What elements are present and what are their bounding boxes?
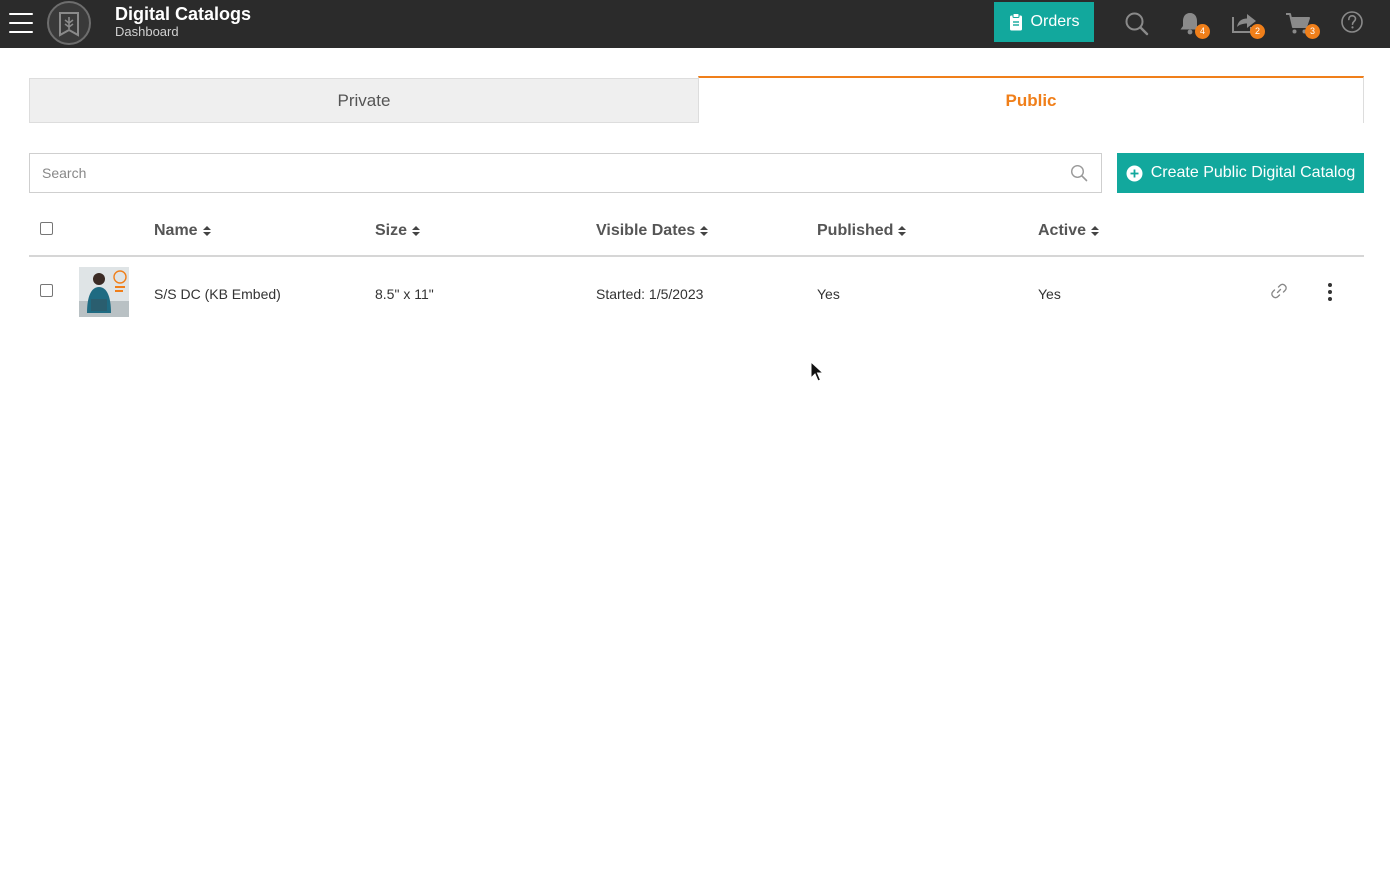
cart-icon[interactable]: 3 — [1285, 10, 1320, 39]
help-icon[interactable] — [1340, 10, 1368, 38]
top-bar: Digital Catalogs Dashboard Orders 4 2 3 — [0, 0, 1390, 48]
select-all-checkbox[interactable] — [40, 222, 53, 235]
column-header-active[interactable]: Active — [1038, 222, 1100, 240]
search-icon[interactable] — [1070, 164, 1088, 182]
column-header-size[interactable]: Size — [375, 222, 421, 240]
menu-icon[interactable] — [9, 12, 33, 34]
catalog-tabs: Private Public — [29, 76, 1364, 123]
catalog-table: Name Size Visible Dates Published Active — [29, 208, 1364, 329]
catalog-name[interactable]: S/S DC (KB Embed) — [154, 286, 281, 302]
column-header-name[interactable]: Name — [154, 222, 211, 240]
plus-circle-icon — [1126, 165, 1143, 181]
more-options-icon[interactable] — [1325, 283, 1335, 301]
search-input[interactable] — [30, 154, 1060, 192]
link-icon[interactable] — [1270, 282, 1288, 300]
row-checkbox[interactable] — [40, 284, 53, 297]
column-header-published[interactable]: Published — [817, 222, 907, 240]
app-subtitle: Dashboard — [115, 24, 179, 39]
catalog-thumbnail[interactable] — [79, 267, 129, 317]
sort-icon — [202, 225, 211, 237]
notifications-badge: 4 — [1195, 24, 1210, 39]
column-active-label: Active — [1038, 222, 1087, 239]
bell-icon[interactable]: 4 — [1177, 10, 1210, 39]
tab-public[interactable]: Public — [698, 76, 1364, 123]
catalog-size: 8.5" x 11" — [375, 286, 434, 302]
mouse-cursor-icon — [810, 361, 824, 382]
search-icon[interactable] — [1123, 10, 1151, 38]
share-icon[interactable]: 2 — [1231, 10, 1265, 39]
catalog-visible-dates: Started: 1/5/2023 — [596, 286, 704, 302]
column-visible-dates-label: Visible Dates — [596, 222, 696, 239]
catalog-active: Yes — [1038, 286, 1061, 302]
orders-button[interactable]: Orders — [994, 2, 1094, 42]
column-size-label: Size — [375, 222, 408, 239]
logo-icon[interactable] — [47, 1, 91, 45]
clipboard-icon — [1009, 13, 1022, 31]
column-header-visible-dates[interactable]: Visible Dates — [596, 222, 709, 240]
sort-icon — [700, 225, 709, 237]
sort-icon — [412, 225, 421, 237]
column-name-label: Name — [154, 222, 198, 239]
shares-badge: 2 — [1250, 24, 1265, 39]
column-published-label: Published — [817, 222, 894, 239]
catalog-published: Yes — [817, 286, 840, 302]
table-header: Name Size Visible Dates Published Active — [29, 208, 1364, 257]
sort-icon — [898, 225, 907, 237]
cart-badge: 3 — [1305, 24, 1320, 39]
table-row: S/S DC (KB Embed) 8.5" x 11" Started: 1/… — [29, 257, 1364, 329]
create-button-label: Create Public Digital Catalog — [1150, 164, 1356, 181]
orders-label: Orders — [1030, 13, 1080, 30]
app-title: Digital Catalogs — [115, 4, 252, 24]
search-box — [29, 153, 1102, 193]
tab-private[interactable]: Private — [29, 78, 699, 123]
create-public-catalog-button[interactable]: Create Public Digital Catalog — [1117, 153, 1364, 193]
sort-icon — [1091, 225, 1100, 237]
